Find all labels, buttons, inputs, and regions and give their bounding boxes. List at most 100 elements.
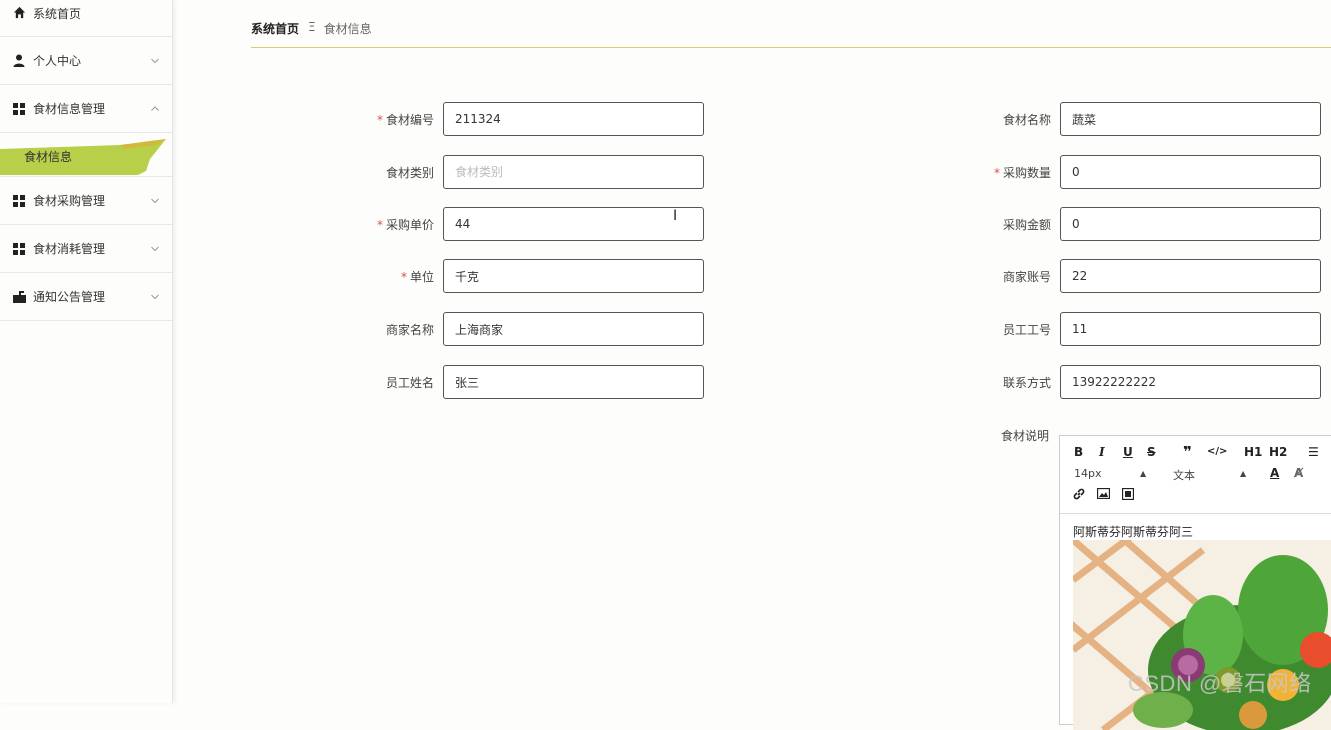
text-cursor-icon: Ι bbox=[673, 208, 678, 224]
required-mark: * bbox=[376, 218, 383, 232]
unit-price-input[interactable] bbox=[443, 207, 704, 241]
food-name-input[interactable] bbox=[1060, 102, 1321, 136]
breadcrumb: 系统首页 Ξ 食材信息 bbox=[251, 20, 1331, 48]
sidebar-item-home[interactable]: 系统首页 bbox=[0, 0, 172, 37]
text-type-select[interactable]: 文本 ▲ bbox=[1173, 467, 1248, 483]
breadcrumb-current: 食材信息 bbox=[323, 22, 372, 36]
sidebar-item-notice-mgmt[interactable]: 通知公告管理 bbox=[0, 273, 172, 321]
select-arrows-icon: ▲ bbox=[1240, 469, 1247, 478]
label-text: 采购数量 bbox=[1002, 166, 1051, 180]
form-row-unit-price: * 采购单价 bbox=[330, 207, 704, 241]
sidebar-item-label: 食材信息管理 bbox=[33, 102, 106, 116]
text-type-value: 文本 bbox=[1173, 469, 1195, 482]
label-text: 食材名称 bbox=[1002, 113, 1051, 127]
form-row-contact: 联系方式 bbox=[946, 365, 1321, 399]
field-label: 食材名称 bbox=[1003, 111, 1051, 128]
blockquote-icon[interactable]: ❞ bbox=[1183, 443, 1192, 461]
breadcrumb-separator: Ξ bbox=[308, 20, 316, 34]
font-size-select[interactable]: 14px ▲ bbox=[1074, 467, 1147, 480]
label-text: 商家账号 bbox=[1002, 270, 1051, 284]
breadcrumb-home[interactable]: 系统首页 bbox=[251, 20, 299, 37]
unit-input[interactable] bbox=[443, 259, 704, 293]
underline-icon[interactable]: U bbox=[1123, 445, 1133, 459]
label-text: 员工姓名 bbox=[385, 376, 434, 390]
food-id-input[interactable] bbox=[443, 102, 704, 136]
sidebar-item-purchase-mgmt[interactable]: 食材采购管理 bbox=[0, 177, 172, 225]
form-row-merchant-account: 商家账号 bbox=[946, 259, 1321, 293]
field-label: * 采购单价 bbox=[377, 216, 434, 233]
chevron-up-icon bbox=[151, 105, 159, 111]
notice-icon bbox=[12, 290, 26, 304]
merchant-name-input[interactable] bbox=[443, 312, 704, 346]
label-text: 商家名称 bbox=[385, 323, 434, 337]
h1-label: H1 bbox=[1244, 445, 1263, 459]
chevron-down-icon bbox=[151, 294, 159, 299]
form-row-employee-name: 员工姓名 bbox=[330, 365, 704, 399]
editor-label: 食材说明 bbox=[1001, 429, 1050, 443]
chevron-down-icon bbox=[151, 246, 159, 251]
sidebar-item-label: 通知公告管理 bbox=[33, 290, 106, 304]
image-icon[interactable] bbox=[1096, 487, 1111, 502]
sidebar-item-consume-mgmt[interactable]: 食材消耗管理 bbox=[0, 225, 172, 273]
required-mark: * bbox=[376, 113, 383, 127]
purchase-amount-input[interactable] bbox=[1060, 207, 1321, 241]
sidebar-item-label: 个人中心 bbox=[33, 54, 82, 68]
sidebar-item-food-info-mgmt[interactable]: 食材信息管理 bbox=[0, 85, 172, 133]
home-icon bbox=[12, 5, 26, 19]
h1-icon[interactable]: H1 bbox=[1244, 445, 1262, 459]
form-row-food-category: 食材类别 bbox=[330, 155, 704, 189]
strikethrough-icon[interactable]: S bbox=[1147, 445, 1156, 459]
label-text: 单位 bbox=[409, 270, 434, 284]
chevron-down-icon bbox=[151, 58, 159, 63]
user-icon bbox=[12, 54, 26, 68]
field-label: * 采购数量 bbox=[994, 164, 1051, 181]
food-category-input[interactable] bbox=[443, 155, 704, 189]
link-icon[interactable] bbox=[1073, 488, 1085, 503]
required-mark: * bbox=[993, 166, 1000, 180]
sidebar-item-label: 食材信息 bbox=[24, 150, 73, 164]
sidebar-item-personal[interactable]: 个人中心 bbox=[0, 37, 172, 85]
form-row-employee-id: 员工工号 bbox=[946, 312, 1321, 346]
grid-icon bbox=[12, 242, 26, 256]
editor-toolbar: B I U S ❞ </> H1 H2 ☰ 14px ▲ 文本 ▲ A Ⱥ bbox=[1060, 436, 1331, 514]
label-text: 采购单价 bbox=[385, 218, 434, 232]
vegetables-image bbox=[1073, 540, 1331, 730]
employee-name-input[interactable] bbox=[443, 365, 704, 399]
form-row-food-name: 食材名称 bbox=[946, 102, 1321, 136]
field-label: 商家名称 bbox=[386, 321, 434, 338]
sidebar: 系统首页 个人中心 食材信息管理 食材信息 食材采购管理 食材消耗管理 通知公告… bbox=[0, 0, 173, 703]
field-label: 商家账号 bbox=[1003, 268, 1051, 285]
field-label: * 食材编号 bbox=[377, 111, 434, 128]
select-arrows-icon: ▲ bbox=[1140, 469, 1147, 478]
chevron-down-icon bbox=[151, 198, 159, 203]
form-row-food-id: * 食材编号 bbox=[330, 102, 704, 136]
video-icon[interactable] bbox=[1121, 487, 1135, 503]
bold-icon[interactable]: B bbox=[1074, 445, 1083, 459]
grid-icon bbox=[12, 194, 26, 208]
field-label: 食材类别 bbox=[386, 164, 434, 181]
merchant-account-input[interactable] bbox=[1060, 259, 1321, 293]
label-text: 食材编号 bbox=[385, 113, 434, 127]
h2-icon[interactable]: H2 bbox=[1269, 445, 1287, 459]
italic-icon[interactable]: I bbox=[1099, 445, 1105, 459]
field-label: 联系方式 bbox=[1003, 374, 1051, 391]
font-color-icon[interactable]: A bbox=[1270, 466, 1279, 480]
font-size-value: 14px bbox=[1074, 467, 1102, 480]
h2-label: H2 bbox=[1269, 445, 1288, 459]
sidebar-item-food-info[interactable]: 食材信息 bbox=[0, 139, 168, 179]
grid-icon bbox=[12, 102, 26, 116]
background-color-icon[interactable]: Ⱥ bbox=[1294, 466, 1303, 480]
form-row-merchant-name: 商家名称 bbox=[330, 312, 704, 346]
sidebar-item-label: 系统首页 bbox=[33, 7, 82, 21]
code-icon[interactable]: </> bbox=[1207, 446, 1227, 457]
employee-id-input[interactable] bbox=[1060, 312, 1321, 346]
purchase-qty-input[interactable] bbox=[1060, 155, 1321, 189]
list-icon[interactable]: ☰ bbox=[1308, 445, 1319, 459]
label-text: 联系方式 bbox=[1002, 376, 1051, 390]
submenu: 食材信息 bbox=[0, 133, 172, 177]
editor-content-text: 阿斯蒂芬阿斯蒂芬阿三 bbox=[1073, 525, 1194, 539]
label-text: 员工工号 bbox=[1002, 323, 1051, 337]
watermark: CSDN @磐石网络 bbox=[1128, 671, 1312, 696]
field-label: 员工工号 bbox=[1003, 321, 1051, 338]
contact-input[interactable] bbox=[1060, 365, 1321, 399]
